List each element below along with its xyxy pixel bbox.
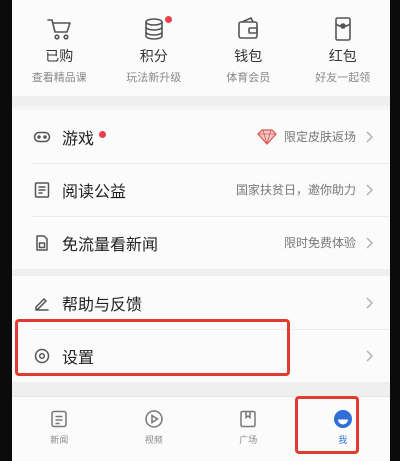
menu-item-hint: 限时免费体验: [283, 236, 356, 250]
app-screen: 已购 查看精品课 积分 玩法新升级 钱包 体育会员 红包 好友一起领 游戏 限定…: [12, 0, 390, 461]
shortcut-title: 积分: [139, 48, 168, 64]
tab-video[interactable]: 视频: [107, 397, 202, 461]
coins-icon: [140, 16, 168, 42]
sim-card-icon: [32, 233, 52, 253]
news-icon: [51, 410, 67, 428]
gem-icon: [257, 128, 277, 145]
square-icon: [240, 410, 256, 428]
menu-item-hint-text: 限定皮肤返场: [283, 130, 356, 144]
shortcut-title: 钱包: [234, 48, 263, 64]
cart-icon: [45, 16, 73, 42]
shortcut-subtitle: 好友一起领: [315, 72, 371, 84]
badge-dot: [99, 131, 107, 138]
highlight-box-settings: [15, 319, 290, 376]
wallet-icon: [234, 16, 262, 42]
menu-item-label: 帮助与反馈: [62, 296, 143, 314]
gamepad-icon: [32, 127, 52, 147]
section-divider: [12, 96, 390, 106]
menu-item-label: 阅读公益: [62, 183, 127, 201]
tab-square[interactable]: 广场: [201, 397, 296, 461]
chevron-right-icon: [364, 296, 374, 310]
shortcut-title: 红包: [328, 48, 357, 64]
red-envelope-icon: [329, 16, 357, 42]
shortcut-grid: 已购 查看精品课 积分 玩法新升级 钱包 体育会员 红包 好友一起领: [12, 0, 390, 96]
shortcut-title: 已购: [45, 48, 74, 64]
tab-news[interactable]: 新闻: [12, 397, 107, 461]
shortcut-purchased[interactable]: 已购 查看精品课: [12, 0, 107, 96]
shortcut-subtitle: 体育会员: [226, 72, 271, 84]
pencil-icon: [32, 293, 52, 313]
shortcut-wallet[interactable]: 钱包 体育会员: [201, 0, 296, 96]
chevron-right-icon: [364, 236, 374, 250]
shortcut-subtitle: 玩法新升级: [126, 72, 182, 84]
menu-item-game[interactable]: 游戏 限定皮肤返场: [12, 110, 390, 163]
shortcut-points[interactable]: 积分 玩法新升级: [107, 0, 202, 96]
book-icon: [32, 180, 52, 200]
menu-item-hint: 限定皮肤返场: [256, 128, 356, 145]
badge-dot: [164, 16, 172, 23]
section-divider: [12, 382, 390, 396]
tab-label: 新闻: [50, 435, 69, 445]
play-icon: [145, 410, 163, 428]
tab-label: 视频: [144, 435, 163, 445]
menu-list-main: 游戏 限定皮肤返场 阅读公益 国家扶贫日，邀你助力 免流量看新闻 限时免费体验: [12, 110, 390, 269]
chevron-right-icon: [364, 183, 374, 197]
highlight-box-tab-me: [295, 396, 359, 454]
chevron-right-icon: [364, 349, 374, 363]
shortcut-red-envelope[interactable]: 红包 好友一起领: [296, 0, 391, 96]
menu-item-hint: 国家扶贫日，邀你助力: [235, 183, 356, 197]
shortcut-subtitle: 查看精品课: [31, 72, 87, 84]
menu-item-free-data[interactable]: 免流量看新闻 限时免费体验: [12, 216, 390, 269]
menu-item-label: 免流量看新闻: [62, 236, 159, 254]
menu-item-reading[interactable]: 阅读公益 国家扶贫日，邀你助力: [12, 163, 390, 216]
tab-label: 广场: [239, 435, 258, 445]
chevron-right-icon: [364, 130, 374, 144]
menu-item-label: 游戏: [62, 130, 95, 148]
